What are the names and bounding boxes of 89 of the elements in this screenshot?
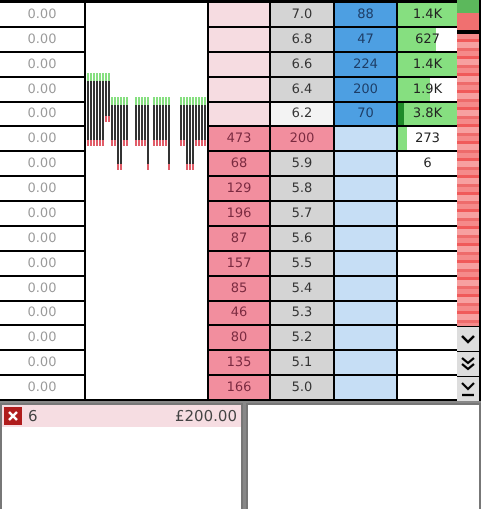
close-icon [8, 411, 18, 421]
lay-cell[interactable]: 46 [209, 302, 269, 324]
pl-cell: 0.00 [0, 152, 84, 176]
pl-cell: 0.00 [0, 226, 84, 250]
price-cell: 5.2 [271, 326, 333, 350]
back-cell[interactable]: 200 [335, 78, 396, 100]
lay-cell[interactable]: 85 [209, 276, 269, 300]
price-cell: 7.0 [271, 3, 333, 26]
volume-cell [398, 376, 457, 399]
lay-cell[interactable] [209, 52, 269, 76]
volume-text: 1.4K [412, 56, 442, 72]
back-cell[interactable]: 224 [335, 52, 396, 76]
price-cell: 5.3 [271, 302, 333, 324]
lay-cell[interactable] [209, 28, 269, 51]
price-cell: 5.4 [271, 276, 333, 300]
price-cell: 5.0 [271, 376, 333, 399]
price-cell: 6.2 [271, 102, 333, 126]
price-cell: 200 [271, 127, 333, 150]
pl-cell: 0.00 [0, 326, 84, 350]
chevron-down-icon [461, 334, 475, 344]
selection-text: 6 [28, 407, 38, 425]
pl-cell: 0.00 [0, 3, 84, 26]
volume-cell [398, 202, 457, 225]
price-cell: 5.7 [271, 202, 333, 225]
volume-text: 6 [423, 156, 432, 172]
price-cell: 5.5 [271, 252, 333, 275]
pl-cell: 0.00 [0, 252, 84, 275]
volume-cell [398, 226, 457, 250]
back-cell[interactable] [335, 202, 396, 225]
back-cell[interactable] [335, 302, 396, 324]
price-cell: 5.1 [271, 351, 333, 374]
lay-cell[interactable]: 135 [209, 351, 269, 374]
price-cell: 6.8 [271, 28, 333, 51]
lay-cell[interactable]: 80 [209, 326, 269, 350]
volume-cell [398, 276, 457, 300]
lay-cell[interactable] [209, 78, 269, 100]
pl-cell: 0.00 [0, 276, 84, 300]
price-cell: 5.9 [271, 152, 333, 176]
lay-cell[interactable] [209, 102, 269, 126]
back-cell[interactable] [335, 152, 396, 176]
stake-text: £200.00 [174, 407, 237, 425]
back-cell[interactable] [335, 252, 396, 275]
cancel-button[interactable] [4, 407, 22, 425]
pl-cell: 0.00 [0, 302, 84, 324]
lay-cell[interactable]: 196 [209, 202, 269, 225]
price-cell: 5.8 [271, 177, 333, 200]
price-cell: 6.6 [271, 52, 333, 76]
back-cell[interactable] [335, 276, 396, 300]
volume-cell [398, 326, 457, 350]
pl-cell: 0.00 [0, 52, 84, 76]
lay-cell[interactable]: 129 [209, 177, 269, 200]
pl-cell: 0.00 [0, 376, 84, 399]
pl-cell: 0.00 [0, 202, 84, 225]
volume-text: 3.8K [412, 106, 442, 122]
back-cell[interactable]: 47 [335, 28, 396, 51]
back-cell[interactable] [335, 127, 396, 150]
pl-cell: 0.00 [0, 351, 84, 374]
pl-cell: 0.00 [0, 177, 84, 200]
scroll-to-bottom-button[interactable] [457, 377, 479, 401]
lay-cell[interactable]: 473 [209, 127, 269, 150]
bet-row[interactable]: 6 £200.00 [2, 405, 241, 427]
back-cell[interactable] [335, 351, 396, 374]
back-cell[interactable]: 70 [335, 102, 396, 126]
back-cell[interactable] [335, 326, 396, 350]
page-down-button[interactable] [457, 352, 479, 376]
volume-text: 273 [415, 131, 440, 146]
back-cell[interactable] [335, 177, 396, 200]
price-cell: 6.4 [271, 78, 333, 100]
lay-cell[interactable]: 87 [209, 226, 269, 250]
back-cell[interactable] [335, 376, 396, 399]
volume-cell [398, 177, 457, 200]
lay-cell[interactable]: 166 [209, 376, 269, 399]
volume-text: 1.4K [412, 6, 442, 22]
back-cell[interactable] [335, 226, 396, 250]
double-chevron-down-icon [461, 357, 475, 371]
lay-cell[interactable]: 157 [209, 252, 269, 275]
lay-cell[interactable] [209, 3, 269, 26]
pl-cell: 0.00 [0, 78, 84, 100]
scroll-down-button[interactable] [457, 327, 479, 351]
pl-cell: 0.00 [0, 28, 84, 51]
volume-cell [398, 252, 457, 275]
volume-cell [398, 302, 457, 324]
price-cell: 5.6 [271, 226, 333, 250]
chevron-to-bottom-icon [461, 381, 475, 397]
back-cell[interactable]: 88 [335, 3, 396, 26]
lay-cell[interactable]: 68 [209, 152, 269, 176]
volume-cell [398, 351, 457, 374]
pl-cell: 0.00 [0, 102, 84, 126]
pl-cell: 0.00 [0, 127, 84, 150]
